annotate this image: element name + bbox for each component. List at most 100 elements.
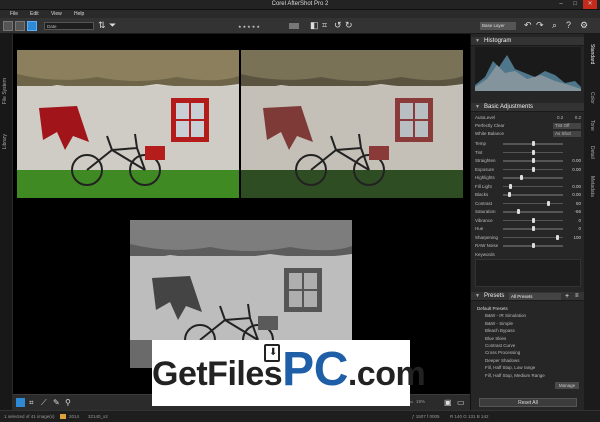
slider-row[interactable]: Hue 0 [475,226,581,232]
preset-item[interactable]: B&W - Simple [485,321,513,326]
slider-track[interactable] [503,194,563,196]
slider-knob[interactable] [531,217,535,223]
undo-icon[interactable]: ↶ [524,20,532,31]
slider-row[interactable]: Temp [475,141,581,147]
fit-view-icon[interactable]: ▣ [444,399,452,407]
autolevel-row[interactable]: AutoLevel 0.2 0.2 [475,115,581,121]
slider-row[interactable]: Tint [475,149,581,156]
preset-item[interactable]: Blue Skies [485,336,506,341]
slider-row[interactable]: Fill Light 0.00 [475,183,581,190]
slider-value[interactable]: 0.00 [572,167,581,172]
rating-stars[interactable]: ★★★★★ [238,24,283,29]
slider-knob[interactable] [531,141,535,146]
crop-toolbar-icon[interactable]: ⌗ [322,20,327,31]
tab-library[interactable]: Library [2,134,8,149]
slider-value[interactable]: 0.00 [572,192,581,197]
preset-item[interactable]: Deeper Shadows [485,358,520,363]
maximize-button[interactable]: □ [568,0,582,9]
single-view-icon[interactable] [15,21,25,31]
slider-row[interactable]: Blacks 0.00 [475,192,581,198]
preset-item[interactable]: Cross Processing [485,350,520,355]
slider-track[interactable] [503,177,563,179]
basic-adjustments-header[interactable]: ▼ Basic Adjustments [471,103,585,112]
straighten-icon[interactable]: ⟋ [41,399,47,407]
autolevel-value-1[interactable]: 0.2 [557,115,563,120]
photo-bleach-bypass[interactable] [241,50,463,198]
sort-select[interactable]: Date [44,22,94,30]
menu-view[interactable]: View [51,11,62,17]
slider-row[interactable]: Contrast 50 [475,200,581,207]
slider-row[interactable]: Straighten 0.00 [475,158,581,164]
slider-knob[interactable] [519,175,523,180]
slider-row[interactable]: Exposure 0.00 [475,166,581,173]
slider-value[interactable]: 0.00 [572,158,581,163]
folder-name[interactable]: 2014 [69,414,79,419]
slider-value[interactable]: 0 [578,218,581,223]
slider-knob[interactable] [531,158,535,163]
slider-knob[interactable] [555,234,559,240]
layer-select[interactable]: Base Layer [480,22,516,30]
preset-item[interactable]: B&W - IR Simulation [485,313,526,318]
slider-knob[interactable] [531,149,535,155]
menu-file[interactable]: File [10,11,18,17]
grid-view-icon[interactable] [3,21,13,31]
slider-value[interactable]: 50 [576,201,581,206]
white-balance-select[interactable]: As Shot [553,131,581,137]
compare-icon[interactable]: ◧ [310,20,319,31]
dropper-icon[interactable]: ⚲ [65,399,71,407]
redo-icon[interactable]: ↷ [536,20,544,31]
slider-track[interactable] [503,202,563,204]
slider-row[interactable]: Vibrance 0 [475,217,581,224]
slider-knob[interactable] [531,166,535,172]
slider-track[interactable] [503,236,563,238]
slider-value[interactable]: 0.00 [572,184,581,189]
white-balance-row[interactable]: White Balance As Shot [475,131,581,137]
slider-row[interactable]: Sharpening 100 [475,234,581,241]
subfolder-name[interactable]: 32140_x2 [88,414,108,419]
slider-knob[interactable] [508,183,512,189]
add-preset-icon[interactable]: + [565,292,569,301]
photo-original[interactable] [17,50,239,198]
search-icon[interactable]: ⌕ [552,20,557,31]
menu-help[interactable]: Help [74,11,84,17]
tab-color[interactable]: Color [589,92,595,104]
sort-direction-icon[interactable]: ⇅ [98,20,106,31]
settings-icon[interactable]: ⚙ [580,20,588,31]
slider-track[interactable] [503,185,563,187]
preset-menu-icon[interactable]: ≡ [575,292,579,301]
preset-folder[interactable]: Default Presets [477,306,508,311]
manage-button[interactable]: Manage [555,382,579,389]
rotate-right-icon[interactable]: ↻ [345,20,353,31]
slider-row[interactable]: RAW Noise [475,243,581,249]
preset-item[interactable]: Bleach Bypass [485,328,515,333]
histogram-header[interactable]: ▼ Histogram [471,37,585,46]
preset-item[interactable]: Fill, Half Stop, Low range [485,365,535,370]
slider-row[interactable]: Saturation -66 [475,209,581,215]
help-icon[interactable]: ? [566,20,571,31]
preset-item[interactable]: Fill, Half Stop, Medium Range [485,373,545,378]
slider-knob[interactable] [531,243,535,248]
reset-all-button[interactable]: Reset All [479,398,577,407]
select-tool-icon[interactable] [16,398,25,407]
minimize-button[interactable]: – [554,0,568,9]
fullscreen-icon[interactable]: ▭ [457,399,465,407]
slider-row[interactable]: Highlights [475,175,581,181]
close-button[interactable]: ✕ [583,0,597,9]
preset-filter-select[interactable]: All Presets [509,293,561,300]
menu-edit[interactable]: Edit [30,11,39,17]
tab-metadata[interactable]: Metadata [589,176,595,197]
tab-tone[interactable]: Tone [589,120,595,131]
keywords-field[interactable] [475,259,581,287]
perfectly-clear-row[interactable]: Perfectly Clear Tint Off [475,123,581,129]
compare-view-icon[interactable] [27,21,37,31]
tab-detail[interactable]: Detail [589,146,595,159]
perfectly-clear-select[interactable]: Tint Off [553,123,581,129]
autolevel-value-2[interactable]: 0.2 [575,115,581,120]
slider-knob[interactable] [516,209,520,214]
rotate-left-icon[interactable]: ↺ [334,20,342,31]
preset-item[interactable]: Contrast Curve [485,343,515,348]
slider-value[interactable]: 0 [578,226,581,231]
crop-icon[interactable]: ⌗ [29,399,34,407]
slider-knob[interactable] [546,200,550,206]
filter-icon[interactable]: ⏷ [109,20,116,31]
